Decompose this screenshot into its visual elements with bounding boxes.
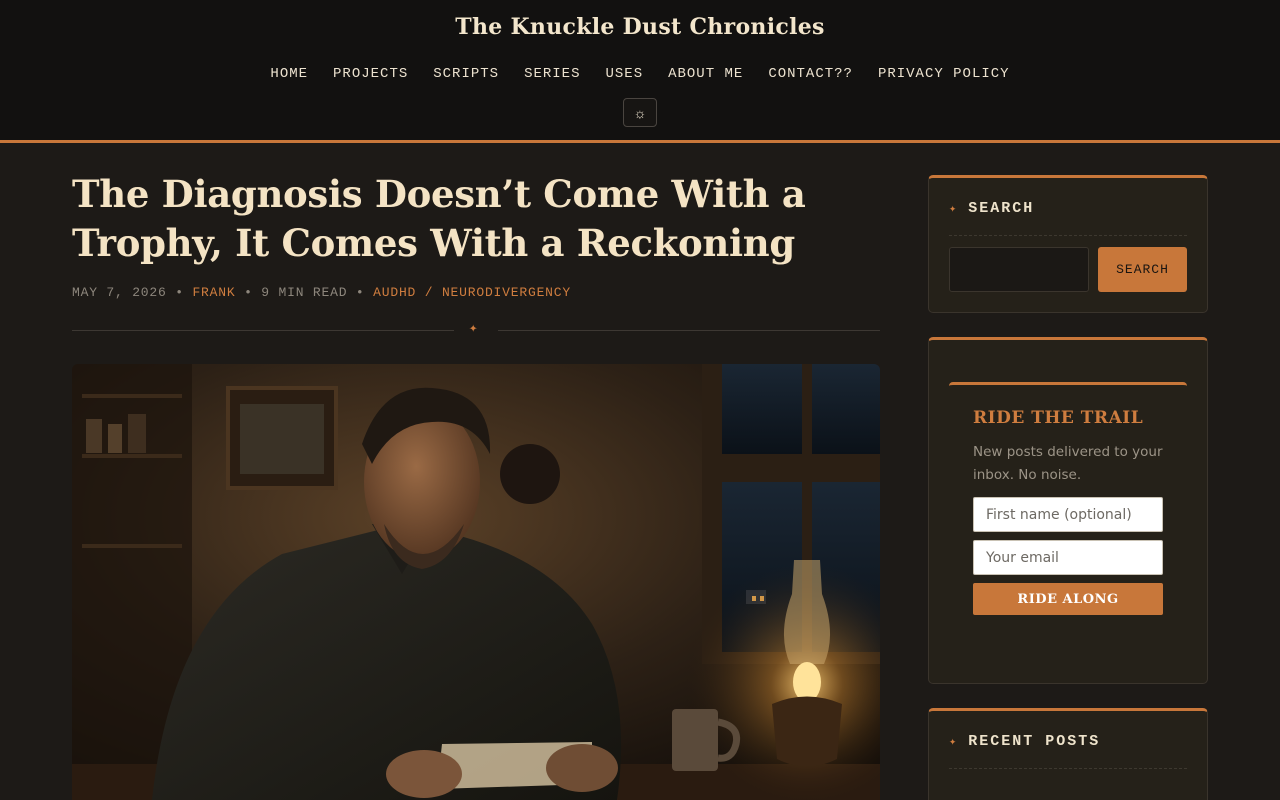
meta-separator: • [175, 285, 184, 300]
nav-item-contact[interactable]: CONTACT?? [768, 66, 853, 82]
sparkle-icon: ✦ [949, 735, 959, 749]
search-input[interactable] [949, 247, 1089, 292]
site-title[interactable]: The Knuckle Dust Chronicles [0, 14, 1280, 40]
theme-toggle-button[interactable]: ☼ [623, 98, 657, 127]
newsletter-description: New posts delivered to your inbox. No no… [973, 444, 1163, 483]
divider-line [72, 330, 454, 331]
nav-item-privacy-policy[interactable]: PRIVACY POLICY [878, 66, 1010, 82]
post-author-link[interactable]: FRANK [192, 285, 235, 300]
search-button[interactable]: SEARCH [1098, 247, 1187, 292]
newsletter-form: RIDE THE TRAIL New posts delivered to yo… [949, 382, 1187, 678]
widget-rule [949, 235, 1187, 236]
sparkle-icon: ✦ [949, 202, 959, 216]
widget-title: ✦ SEARCH [949, 200, 1034, 217]
recent-posts-widget: ✦ RECENT POSTS [928, 708, 1208, 800]
meta-separator: • [244, 285, 253, 300]
divider-line [498, 330, 880, 331]
nav-item-about-me[interactable]: ABOUT ME [668, 66, 743, 82]
post-title: The Diagnosis Doesn’t Come With a Trophy… [72, 172, 806, 265]
widget-title: ✦ RECENT POSTS [949, 733, 1100, 750]
newsletter-widget: RIDE THE TRAIL New posts delivered to yo… [928, 337, 1208, 684]
nav-item-projects[interactable]: PROJECTS [333, 66, 408, 82]
post-date: MAY 7, 2026 [72, 285, 167, 300]
recent-posts-title: RECENT POSTS [968, 733, 1101, 750]
sun-icon: ☼ [633, 104, 647, 121]
search-widget: ✦ SEARCH SEARCH [928, 175, 1208, 313]
site-header: The Knuckle Dust Chronicles HOME PROJECT… [0, 0, 1280, 143]
nav-item-series[interactable]: SERIES [524, 66, 580, 82]
widget-rule [949, 768, 1187, 769]
newsletter-title: RIDE THE TRAIL [973, 408, 1144, 428]
nav-item-scripts[interactable]: SCRIPTS [433, 66, 499, 82]
nav-item-uses[interactable]: USES [605, 66, 643, 82]
ride-along-button[interactable]: RIDE ALONG [973, 583, 1163, 615]
email-field[interactable] [973, 540, 1163, 575]
title-divider: ✦ [72, 320, 880, 336]
nav-item-home[interactable]: HOME [270, 66, 308, 82]
meta-separator: • [355, 285, 365, 300]
search-widget-title: SEARCH [968, 200, 1035, 217]
main-nav: HOME PROJECTS SCRIPTS SERIES USES ABOUT … [0, 66, 1280, 82]
sparkle-icon: ✦ [469, 320, 478, 336]
post-meta: MAY 7, 2026 • FRANK • 9 MIN READ • AUDHD… [72, 285, 571, 300]
post-category-link[interactable]: AUDHD / NEURODIVERGENCY [373, 285, 571, 300]
featured-image [72, 364, 880, 800]
post-read-time: 9 MIN READ [261, 285, 348, 300]
first-name-field[interactable] [973, 497, 1163, 532]
